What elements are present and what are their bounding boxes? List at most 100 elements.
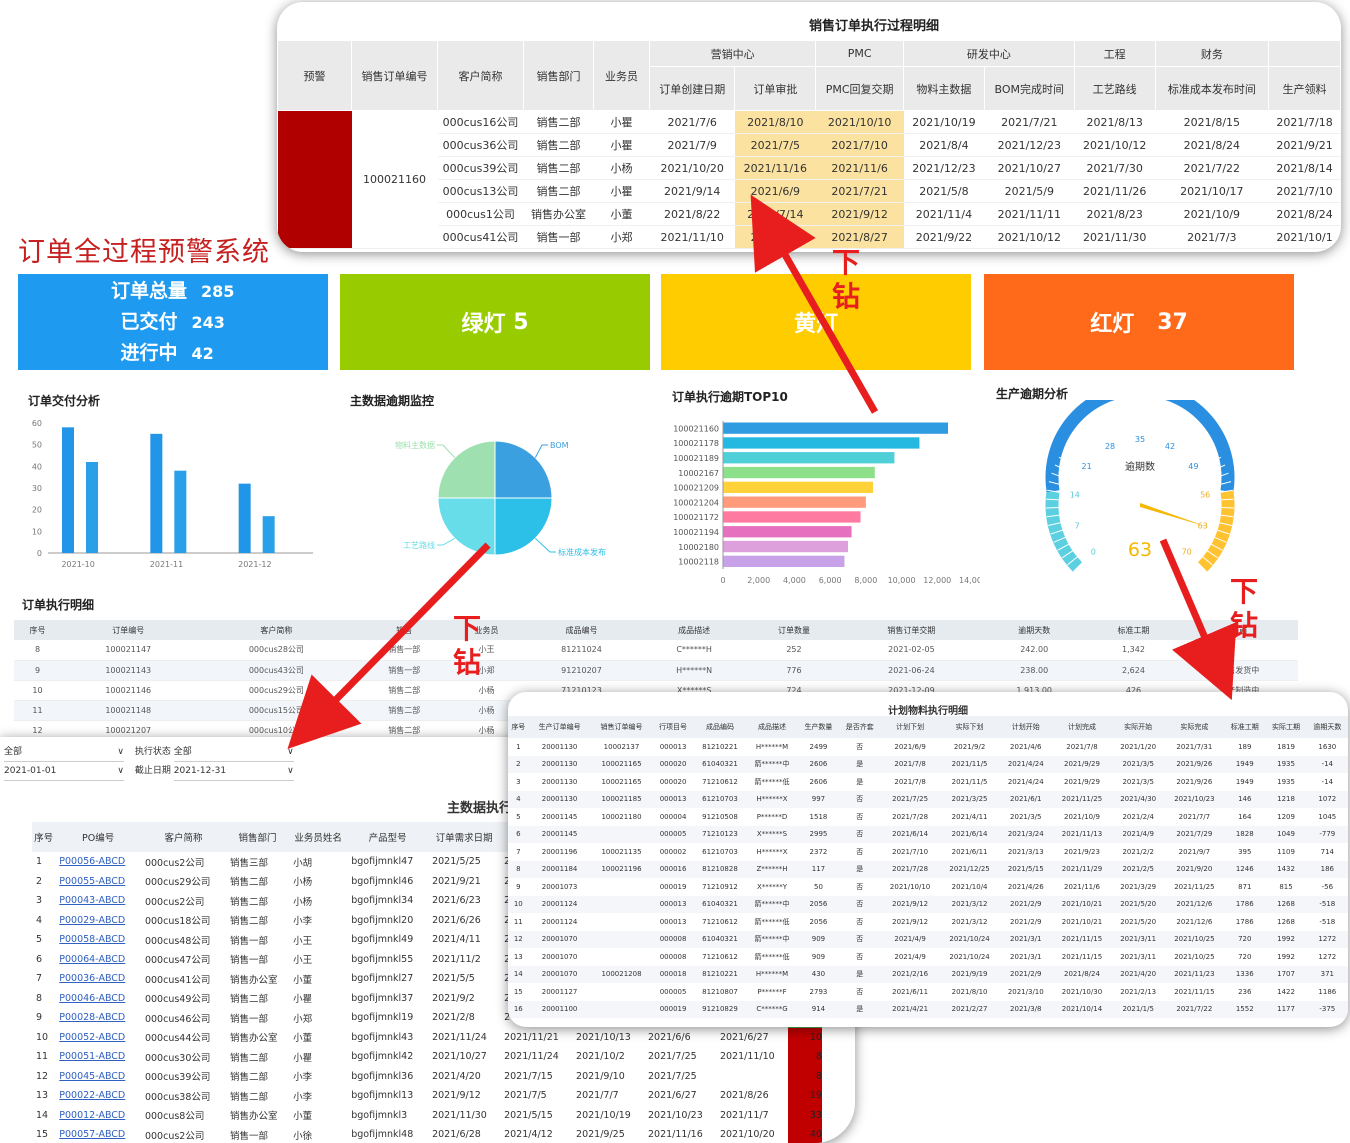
master-cell[interactable]: P00055-ABCD <box>55 872 141 892</box>
table-row[interactable]: 1 20001130 10002137 000013 81210221 H******M 2… <box>508 738 1348 756</box>
table-row[interactable]: 4 20001130 100021185 000013 61210703 H******X… <box>508 790 1348 808</box>
table-row[interactable]: 6 20001145 000005 71210123 X******S 2995 否 2021… <box>508 825 1348 843</box>
kpi-red-light[interactable]: 红灯 37 <box>984 274 1294 370</box>
gauge-tick-label: 7 <box>1075 521 1080 530</box>
filter-1[interactable]: 全部 ∨ <box>4 743 124 762</box>
master-cell[interactable]: P00043-ABCD <box>55 891 141 911</box>
plan-cell: 20001070 <box>541 952 578 961</box>
master-cell[interactable]: P00012-ABCD <box>55 1106 141 1126</box>
master-header-cell: 订单需求日期 <box>428 822 501 852</box>
plan-cell: 20001130 <box>528 790 591 808</box>
table-row[interactable]: 8 100021147 000cus28公司 销售一部 小王 81211024 C*****… <box>14 640 1298 661</box>
top10-hbar-chart[interactable]: 100021160 100021178 100021189 10002167 10002… <box>660 415 980 590</box>
master-cell[interactable]: P00052-ABCD <box>55 1028 141 1048</box>
filter-start-date[interactable]: 2021-01-01 ∨ <box>4 762 124 781</box>
master-cell[interactable]: P00058-ABCD <box>55 930 141 950</box>
table-row[interactable]: 5 20001145 100021180 000004 91210508 P******D… <box>508 808 1348 826</box>
plan-cell: 2021/7/28 <box>892 812 929 821</box>
master-pie-chart[interactable]: BOM 标准成本发布 工艺路线 物料主数据 <box>380 420 630 570</box>
sales-cell: 000cus36公司 <box>437 133 524 157</box>
master-cell[interactable]: P00028-ABCD <box>55 1008 141 1028</box>
table-row[interactable]: 8 20001184 100021196 000016 81210828 Z******H… <box>508 860 1348 878</box>
sales-cell: 2021/7/18 <box>1268 110 1341 134</box>
master-cell[interactable]: P00029-ABCD <box>55 911 141 931</box>
kpi-green-light[interactable]: 绿灯 5 <box>340 274 650 370</box>
table-row[interactable]: 14 P00012-ABCD 000cus8公司 销售办公室 小董 bgofijmnkl3… <box>32 1105 822 1126</box>
table-row[interactable]: 11 20001124 000013 71210612 箭******低 2056 否 202… <box>508 913 1348 931</box>
sales-order-process-card: 销售订单执行过程明细 预警 销售订单编号 客户简称 销售部门 业务员 营销中心 … <box>277 2 1341 252</box>
production-gauge-chart[interactable]: 0 7 14 21 28 35 42 49 56 63 70 逾期数 63 <box>1030 400 1250 590</box>
table-row[interactable]: 14 20001070 100021208 000018 81210221 H******… <box>508 965 1348 983</box>
table-row[interactable]: 100021160 000cus16公司 销售二部 小瞿 2021/7/6 2021/8/… <box>277 110 1341 249</box>
table-row[interactable]: 11 P00051-ABCD 000cus30公司 销售二部 小瞿 bgofijmnkl4… <box>32 1047 822 1067</box>
kpi-yellow-light[interactable]: 黄灯 <box>661 274 971 370</box>
master-cell[interactable]: P00064-ABCD <box>55 950 141 970</box>
master-cell[interactable]: P00057-ABCD <box>55 1125 141 1143</box>
table-row[interactable]: 13 20001070 000008 71210612 箭******低 909 否 2021… <box>508 948 1348 966</box>
table-row[interactable]: 15 P00057-ABCD 000cus2公司 销售一部 小徐 bgofijmnkl48… <box>32 1125 822 1143</box>
table-row[interactable]: 15 20001127 000005 81210807 P******F 2793 否 202… <box>508 983 1348 1001</box>
col-dept: 销售部门 <box>523 40 594 111</box>
master-cell[interactable]: P00056-ABCD <box>55 852 141 872</box>
master-cell[interactable]: P00036-ABCD <box>55 969 141 989</box>
plan-cell: 71210612 <box>702 952 738 961</box>
plan-cell: 7 <box>516 847 521 856</box>
plan-cell: 61210703 <box>693 790 747 808</box>
master-cell: 2 <box>36 875 43 887</box>
plan-header-cell: 实际开始 <box>1111 716 1165 738</box>
table-row[interactable]: 9 20001073 000019 71210912 X******Y 50 否 2021/1… <box>508 878 1348 896</box>
master-cell: 000cus30公司 <box>144 1052 211 1064</box>
plan-cell: 000008 <box>659 952 687 961</box>
plan-cell: 8 <box>508 860 529 878</box>
master-header-cell: PO编号 <box>55 822 141 852</box>
master-cell[interactable]: P00051-ABCD <box>55 1047 141 1067</box>
master-cell[interactable]: P00045-ABCD <box>55 1067 141 1087</box>
detail-cell: 8 <box>14 640 61 661</box>
plan-cell: 2021/3/5 <box>1010 812 1042 821</box>
sales-cell: 2021/7/22 <box>1155 156 1269 180</box>
plan-material-card: 计划物料执行明细 序号 生产订单编号 销售订单编号 行项目号 成品编码 成品描述 生产数量是… <box>508 692 1348 1027</box>
table-row[interactable]: 10 P00052-ABCD 000cus44公司 销售办公室 小董 bgofijmnkl… <box>32 1027 822 1048</box>
plan-cell: 000020 <box>652 755 694 773</box>
plan-cell: 2021/11/25 <box>1052 790 1112 808</box>
master-cell: 2021/9/10 <box>576 1070 625 1082</box>
table-row[interactable]: 9 100021143 000cus43公司 销售一部 小郑 91210207 H*****… <box>14 660 1298 681</box>
table-row[interactable]: 000cus39公司 销售二部 小杨 2021/10/20 2021/11/16 2021… <box>278 156 1341 180</box>
table-row[interactable]: 2 20001130 100021165 000020 61040321 箭******中… <box>508 755 1348 773</box>
master-cell: 14 <box>36 1109 49 1121</box>
master-cell: 2021/11/10 <box>719 1051 775 1063</box>
table-row[interactable]: 000cus13公司 销售二部 小瞿 2021/9/14 2021/6/9 2021/7/… <box>278 179 1341 203</box>
table-row[interactable]: 16 20001100 000019 91210829 C******G 914 是 2021… <box>508 1000 1348 1018</box>
kpi-order-summary[interactable]: 订单总量 285 已交付 243 进行中 42 <box>18 274 328 370</box>
table-row[interactable]: 3 20001130 100021165 000020 71210612 箭******低… <box>508 773 1348 791</box>
delivery-bar-chart[interactable]: 0 10 20 30 40 50 60 2021-10 2021-11 2021-12 <box>20 415 320 575</box>
master-cell: bgofijmnkl13 <box>351 1090 414 1102</box>
hbar <box>723 452 895 464</box>
table-row[interactable]: 7 20001196 100021135 000002 61210703 H******X… <box>508 843 1348 861</box>
table-row[interactable]: 000cus36公司 销售二部 小瞿 2021/7/9 2021/7/5 2021/7/1… <box>278 133 1341 157</box>
filter-state-select[interactable]: 全部 ∨ <box>173 743 294 762</box>
table-row[interactable]: 13 P00022-ABCD 000cus38公司 销售二部 小李 bgofijmnkl1… <box>32 1086 822 1106</box>
gauge-tick-label: 0 <box>1091 548 1096 557</box>
plan-cell: 2021/3/8 <box>999 1000 1053 1018</box>
plan-cell: 2021/3/11 <box>1120 952 1157 961</box>
plan-cell: 2021/4/6 <box>1010 742 1042 751</box>
table-row[interactable]: 12 20001070 000008 61040321 箭******中 909 否 2021… <box>508 930 1348 948</box>
order-no-cell[interactable]: 100021160 <box>351 110 438 249</box>
gauge-tick <box>1162 414 1167 428</box>
detail-header-cell: 销售订单交期 <box>840 620 982 640</box>
table-row[interactable]: 12 P00045-ABCD 000cus39公司 销售二部 小李 bgofijmnkl3… <box>32 1066 822 1087</box>
x-tick-label: 10,000 <box>888 576 916 585</box>
master-cell[interactable]: P00022-ABCD <box>55 1086 141 1106</box>
plan-cell: 2372 <box>809 847 828 856</box>
filter-end-date[interactable]: 2021-12-31 ∨ <box>173 762 294 781</box>
plan-cell: 箭******中 <box>746 930 798 948</box>
table-row[interactable]: 000cus41公司 销售一部 小郑 2021/11/10 2021/7/4 2021/8… <box>278 225 1341 249</box>
plan-cell: 2021/4/24 <box>1007 777 1044 786</box>
bar <box>262 516 275 553</box>
master-cell: 小董 <box>293 1111 313 1123</box>
y-tick-label: 30 <box>32 484 42 493</box>
table-row[interactable]: 000cus1公司 销售办公室 小董 2021/8/22 2021/7/14 2021/9… <box>278 202 1341 226</box>
table-row[interactable]: 10 20001124 000013 61040321 箭******中 2056 否 202… <box>508 895 1348 913</box>
master-cell[interactable]: P00046-ABCD <box>55 989 141 1009</box>
